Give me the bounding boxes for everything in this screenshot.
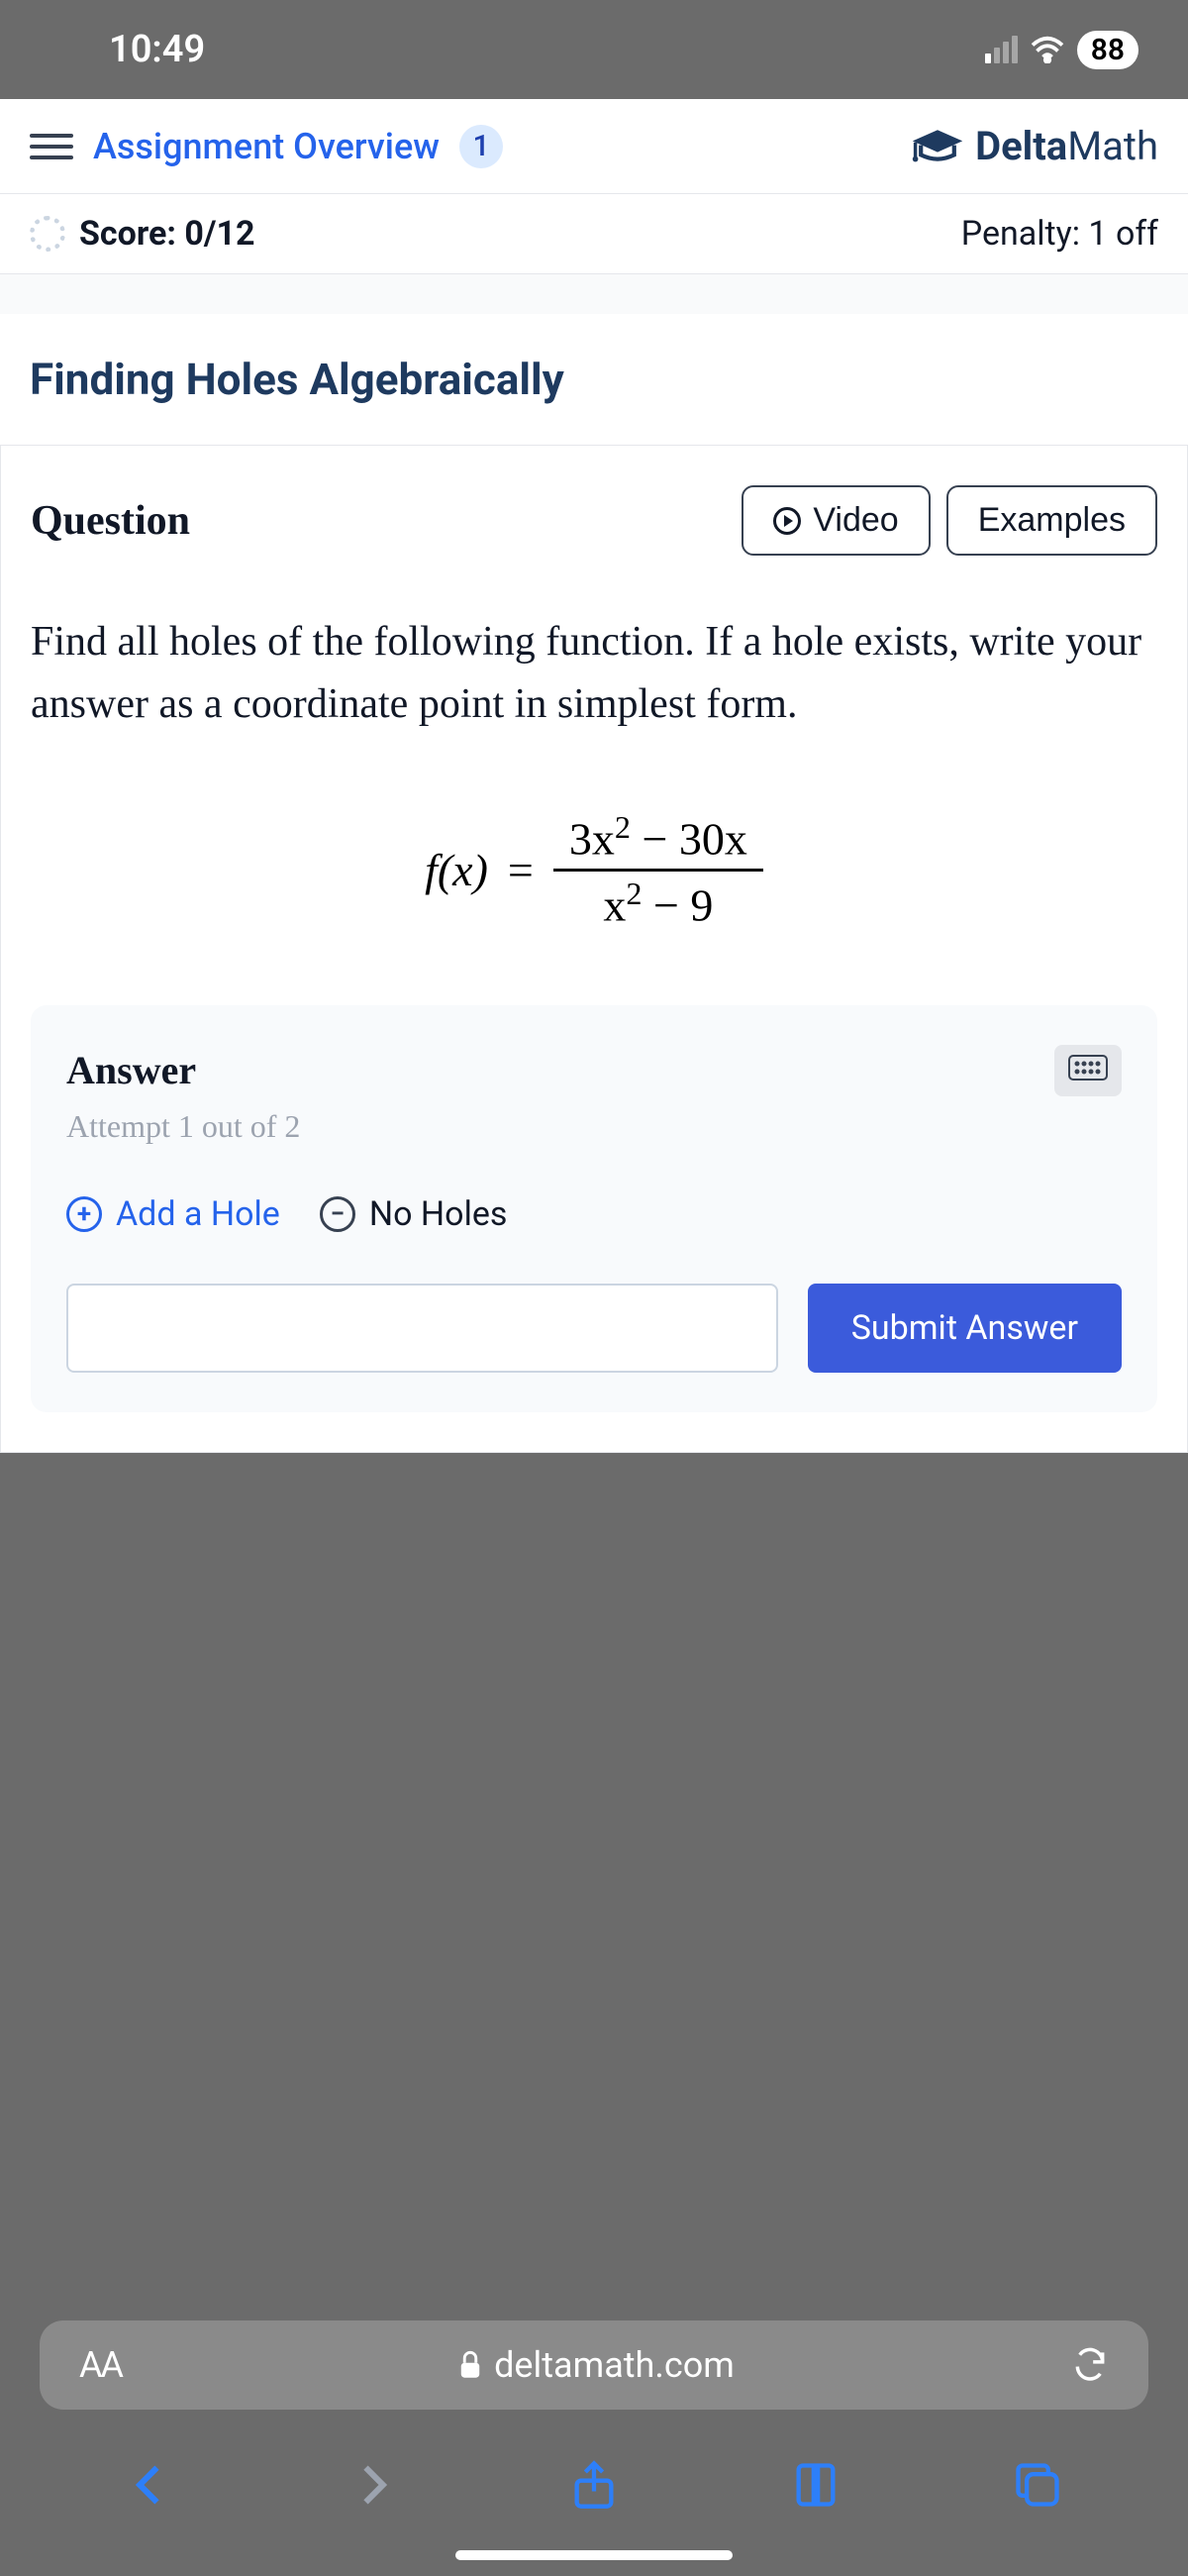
penalty-text: Penalty: 1 off: [961, 214, 1158, 254]
examples-button[interactable]: Examples: [946, 485, 1157, 556]
tabs-button[interactable]: [1012, 2459, 1063, 2511]
no-holes-button[interactable]: − No Holes: [320, 1194, 508, 1234]
url-bar[interactable]: AA deltamath.com: [40, 2320, 1148, 2410]
bookmarks-button[interactable]: [790, 2459, 842, 2511]
forward-button: [346, 2459, 398, 2511]
answer-heading: Answer: [66, 1047, 196, 1093]
back-button[interactable]: [125, 2459, 176, 2511]
share-button[interactable]: [568, 2459, 620, 2511]
score-bar: Score: 0/12 Penalty: 1 off: [0, 194, 1188, 274]
attempt-counter: Attempt 1 out of 2: [66, 1108, 1122, 1145]
keyboard-icon: [1068, 1055, 1108, 1081]
wifi-icon: [1030, 36, 1065, 63]
lock-icon: [458, 2350, 482, 2380]
minus-icon: −: [320, 1196, 355, 1232]
add-hole-button[interactable]: + Add a Hole: [66, 1194, 280, 1234]
answer-section: Answer Attempt 1 out of 2 + Add a Hole −…: [31, 1005, 1157, 1412]
browser-toolbar: [0, 2429, 1188, 2550]
video-button[interactable]: Video: [742, 485, 930, 556]
reload-icon[interactable]: [1071, 2346, 1109, 2384]
battery-level: 88: [1077, 31, 1138, 69]
topic-title: Finding Holes Algebraically: [0, 314, 1188, 446]
assignment-count-badge: 1: [459, 125, 503, 168]
signal-icon: [985, 36, 1018, 63]
answer-input[interactable]: [66, 1284, 778, 1373]
keypad-button[interactable]: [1054, 1045, 1122, 1096]
menu-icon[interactable]: [30, 125, 73, 168]
status-time: 10:49: [109, 28, 205, 71]
question-prompt: Find all holes of the following function…: [31, 611, 1157, 736]
question-heading: Question: [31, 497, 190, 545]
url-display: deltamath.com: [122, 2344, 1071, 2386]
text-size-button[interactable]: AA: [79, 2344, 122, 2386]
submit-answer-button[interactable]: Submit Answer: [808, 1284, 1122, 1373]
home-indicator[interactable]: [455, 2550, 733, 2560]
assignment-overview-link[interactable]: Assignment Overview: [93, 126, 440, 167]
status-indicators: 88: [985, 31, 1138, 69]
plus-icon: +: [66, 1196, 102, 1232]
browser-chrome: AA deltamath.com: [0, 2291, 1188, 2576]
status-bar: 10:49 88: [0, 0, 1188, 99]
grad-cap-icon: [910, 127, 965, 166]
progress-spinner-icon: [30, 216, 65, 252]
score-text: Score: 0/12: [79, 214, 255, 254]
equation-display: f(x) = 3x2 − 30x x2 − 9: [31, 805, 1157, 936]
question-card: Question Video Examples Find all holes o…: [0, 446, 1188, 1453]
deltamath-logo[interactable]: DeltaMath: [910, 123, 1158, 169]
app-header: Assignment Overview 1 DeltaMath: [0, 99, 1188, 194]
play-icon: [773, 507, 801, 535]
